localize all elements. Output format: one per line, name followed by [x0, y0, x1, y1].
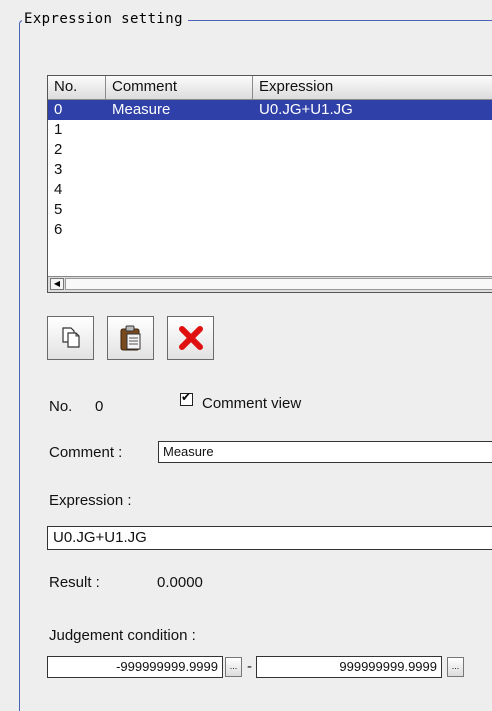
row-no-cell: 4 [54, 181, 63, 198]
row-comment-cell [106, 160, 253, 180]
expression-input[interactable]: U0.JG+U1.JG [47, 526, 492, 550]
table-row[interactable]: 6 [48, 220, 492, 240]
comment-label: Comment : [49, 444, 123, 461]
table-row[interactable]: 1 [48, 120, 492, 140]
list-rows: 0 Measure U0.JG+U1.JG 1 2 3 4 5 6 [48, 100, 492, 240]
judgement-min-input[interactable]: -999999999.9999 [47, 656, 223, 678]
delete-button[interactable] [167, 316, 214, 360]
comment-input[interactable]: Measure [158, 441, 492, 463]
row-comment-cell [106, 180, 253, 200]
table-row[interactable]: 0 Measure U0.JG+U1.JG [48, 100, 492, 120]
column-header-comment[interactable]: Comment [106, 76, 253, 100]
table-row[interactable]: 2 [48, 140, 492, 160]
row-expression-cell [253, 220, 492, 240]
no-label: No. [49, 398, 73, 415]
row-comment-cell [106, 120, 253, 140]
judgement-separator: - [247, 658, 252, 675]
paste-button[interactable] [107, 316, 154, 360]
row-expression-cell [253, 160, 492, 180]
comment-view-checkbox[interactable]: ✔ [180, 390, 193, 406]
copy-button[interactable] [47, 316, 94, 360]
table-row[interactable]: 3 [48, 160, 492, 180]
expression-list[interactable]: No. Comment Expression 0 Measure U0.JG+U1.… [47, 75, 492, 293]
row-no-cell: 2 [54, 141, 63, 158]
row-no-cell: 6 [54, 221, 63, 238]
paste-icon [120, 325, 140, 351]
table-row[interactable]: 5 [48, 200, 492, 220]
judgement-condition-label: Judgement condition : [49, 627, 196, 644]
judgement-max-input[interactable]: 999999999.9999 [256, 656, 442, 678]
column-header-expression[interactable]: Expression [253, 76, 492, 100]
row-comment-cell: Measure [112, 101, 171, 118]
judgement-min-ellipsis-button[interactable]: ... [225, 657, 242, 677]
row-no-cell: 3 [54, 161, 63, 178]
scroll-left-icon[interactable]: ◀ [50, 278, 64, 290]
copy-icon [61, 327, 80, 348]
result-label: Result : [49, 574, 100, 591]
row-no-cell: 1 [54, 121, 63, 138]
row-comment-cell [106, 140, 253, 160]
row-comment-cell [106, 200, 253, 220]
row-no-cell: 0 [54, 101, 63, 118]
check-icon: ✔ [181, 390, 192, 404]
row-no-cell: 5 [54, 201, 63, 218]
group-title: Expression setting [22, 11, 188, 27]
row-expression-cell [253, 120, 492, 140]
column-header-no[interactable]: No. [48, 76, 106, 100]
delete-icon [178, 326, 203, 350]
row-expression-cell [253, 140, 492, 160]
result-value: 0.0000 [157, 574, 203, 591]
row-expression-cell: U0.JG+U1.JG [259, 101, 353, 118]
horizontal-scrollbar[interactable]: ◀ [48, 276, 492, 292]
judgement-max-ellipsis-button[interactable]: ... [447, 657, 464, 677]
row-expression-cell [253, 180, 492, 200]
row-expression-cell [253, 200, 492, 220]
scroll-thumb[interactable] [65, 278, 492, 290]
no-value: 0 [95, 398, 104, 415]
expression-label: Expression : [49, 492, 132, 509]
table-row[interactable]: 4 [48, 180, 492, 200]
list-header: No. Comment Expression [48, 76, 492, 100]
row-comment-cell [106, 220, 253, 240]
comment-view-label[interactable]: Comment view [202, 395, 301, 412]
